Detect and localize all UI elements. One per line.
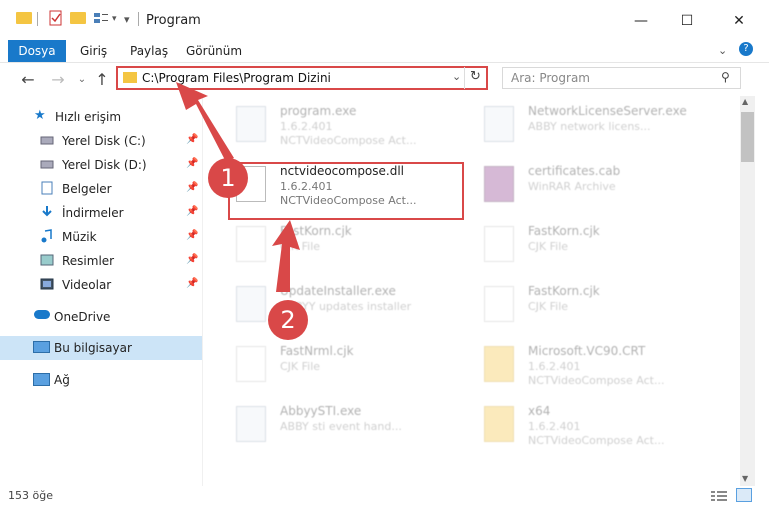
annotation-arrows [176, 82, 300, 292]
callout-badge-1: 1 [208, 158, 248, 198]
callout-badge-2: 2 [268, 300, 308, 340]
